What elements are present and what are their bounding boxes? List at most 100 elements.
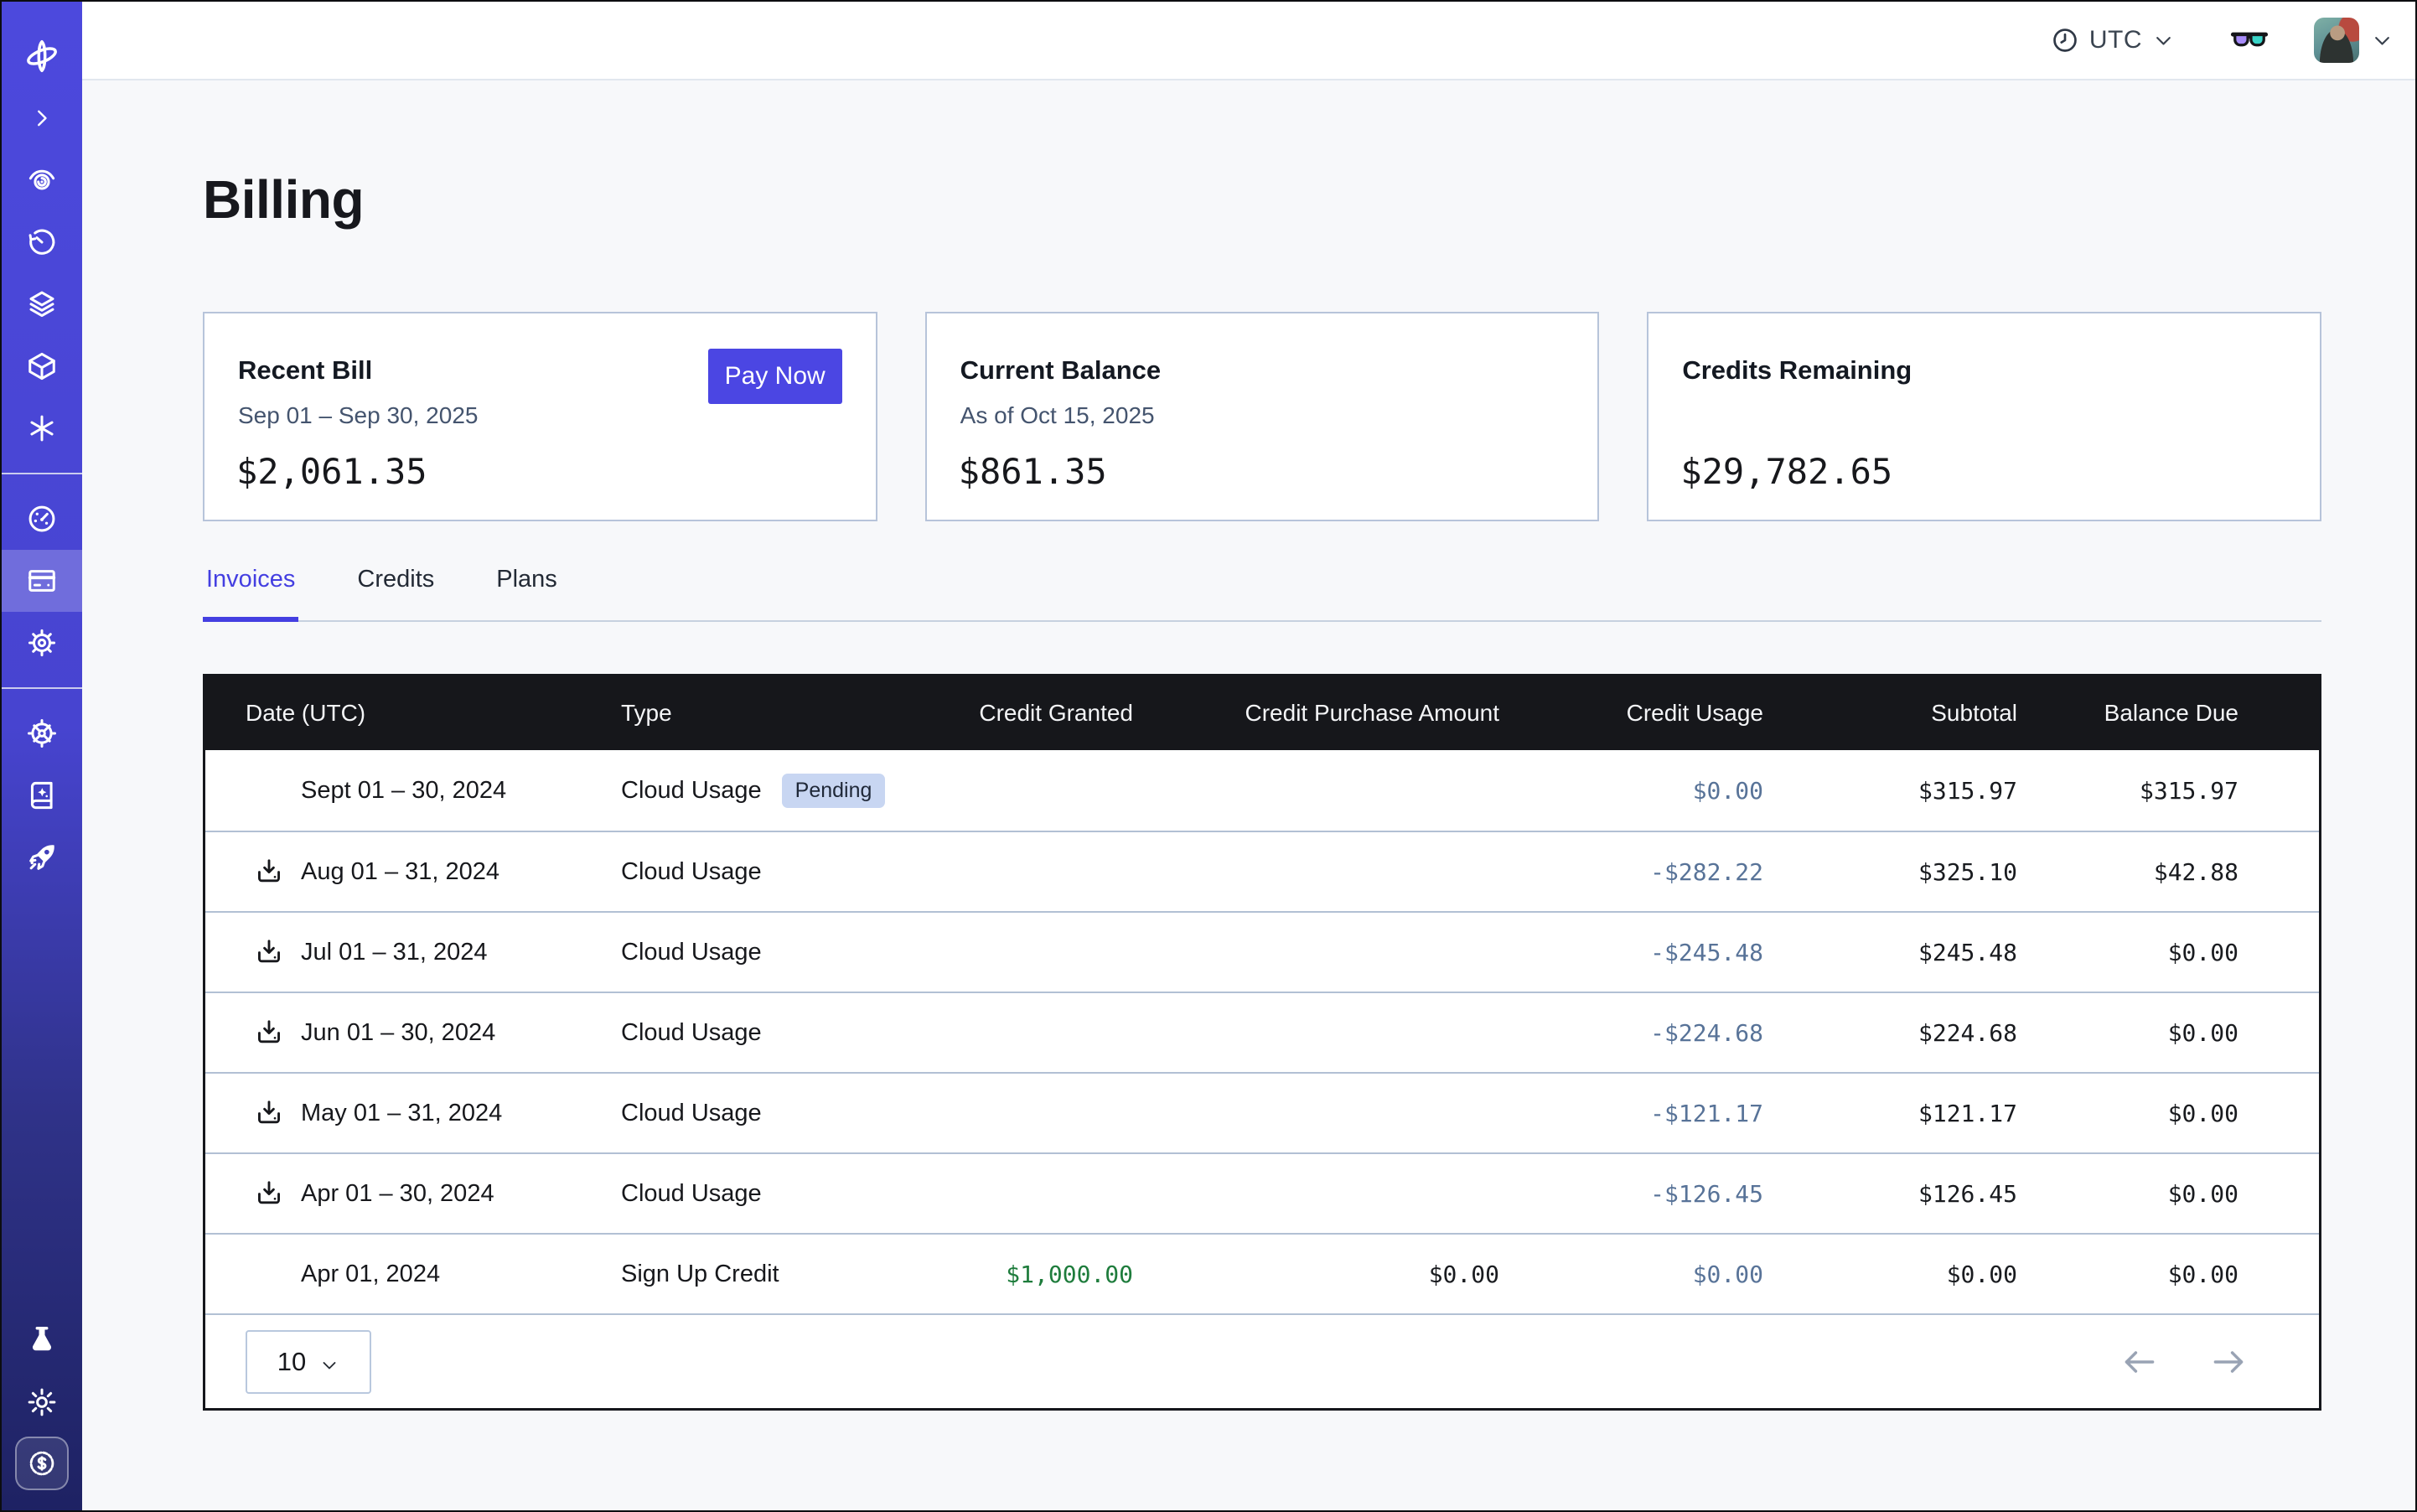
sidebar-item-chevron-right[interactable] (2, 87, 82, 149)
gear-icon (26, 627, 58, 659)
layers-icon (26, 288, 58, 320)
subtotal-cell: $325.10 (1763, 858, 2017, 886)
topbar: UTC (82, 2, 2415, 80)
sidebar-divider (2, 687, 82, 689)
card-subtitle: As of Oct 15, 2025 (960, 402, 1155, 429)
sidebar-item-book-sparkle[interactable] (2, 764, 82, 826)
sidebar-item-dollar-badge[interactable] (15, 1437, 69, 1490)
sidebar-item-credit-card[interactable] (2, 550, 82, 612)
download-icon[interactable] (254, 1178, 284, 1209)
asterisk-icon (26, 412, 58, 444)
type-cell: Cloud UsagePending (621, 774, 939, 808)
subtotal-cell: $121.17 (1763, 1100, 2017, 1127)
sidebar-item-flask[interactable] (2, 1309, 82, 1371)
column-header-credit-usage: Credit Usage (1499, 700, 1763, 727)
table-footer: 10 (205, 1313, 2319, 1408)
subtotal-cell: $245.48 (1763, 939, 2017, 966)
sidebar-group-bottom (2, 1309, 82, 1510)
timezone-selector[interactable]: UTC (2051, 26, 2175, 54)
invoice-date: Jul 01 – 31, 2024 (301, 939, 488, 966)
date-cell: Jun 01 – 30, 2024 (246, 1017, 621, 1048)
sidebar-group-billing (2, 488, 82, 674)
balance-due-cell: $42.88 (2017, 858, 2238, 886)
sidebar-group-resources (2, 702, 82, 888)
sidebar-item-cube[interactable] (2, 335, 82, 397)
credit-usage-cell: $0.00 (1499, 777, 1763, 805)
flask-icon (26, 1324, 58, 1356)
credit-granted-cell: $1,000.00 (939, 1261, 1133, 1288)
subtotal-cell: $224.68 (1763, 1019, 2017, 1047)
cube-icon (26, 350, 58, 382)
tab-invoices[interactable]: Invoices (203, 563, 298, 622)
table-row: Jun 01 – 30, 2024 Cloud Usage -$224.68$224… (205, 992, 2319, 1072)
summary-cards: Recent Bill Sep 01 – Sep 30, 2025 $2,061… (203, 312, 2321, 521)
timer-icon (26, 226, 58, 258)
sidebar-item-ship-wheel[interactable] (2, 702, 82, 764)
credit-usage-cell: -$121.17 (1499, 1100, 1763, 1127)
invoice-type: Cloud Usage (621, 1019, 762, 1047)
tab-credits[interactable]: Credits (354, 563, 437, 622)
sidebar-item-sun[interactable] (2, 1371, 82, 1433)
sidebar-item-gear[interactable] (2, 612, 82, 674)
sidebar-group-top (2, 25, 82, 459)
table-row: Sept 01 – 30, 2024Cloud UsagePending$0.0… (205, 750, 2319, 831)
download-icon[interactable] (254, 1098, 284, 1128)
invoice-type: Cloud Usage (621, 1180, 762, 1208)
download-icon[interactable] (254, 937, 284, 967)
sidebar-item-timer[interactable] (2, 211, 82, 273)
invoice-date: Apr 01 – 30, 2024 (301, 1180, 494, 1208)
invoice-date: Jun 01 – 30, 2024 (301, 1019, 495, 1047)
card-amount: $861.35 (959, 451, 1107, 492)
chevron-down-icon[interactable] (2371, 29, 2394, 52)
credit-usage-cell: -$126.45 (1499, 1180, 1763, 1208)
sidebar-item-spiral-eye[interactable] (2, 149, 82, 211)
spiral-eye-icon (26, 164, 58, 196)
clock-icon (2051, 26, 2079, 54)
pay-now-button[interactable]: Pay Now (708, 349, 842, 404)
logo-icon (23, 38, 60, 75)
page-size-select[interactable]: 10 (246, 1330, 371, 1394)
billing-tabs: Invoices Credits Plans (203, 563, 2321, 622)
sidebar-item-layers[interactable] (2, 273, 82, 335)
date-cell: Jul 01 – 31, 2024 (246, 937, 621, 967)
rocket-icon (26, 841, 58, 873)
ship-wheel-icon (26, 717, 58, 749)
table-row: Aug 01 – 31, 2024Cloud Usage-$282.22$325… (205, 831, 2319, 911)
invoice-type: Cloud Usage (621, 858, 762, 886)
type-cell: Cloud Usage (621, 1019, 939, 1047)
download-slot (246, 1178, 301, 1209)
column-header-credit-purchase-amount: Credit Purchase Amount (1133, 700, 1499, 727)
chevron-right-icon (29, 106, 54, 131)
sidebar (2, 2, 82, 1510)
balance-due-cell: $315.97 (2017, 777, 2238, 805)
card-amount: $29,782.65 (1680, 451, 1892, 492)
balance-due-cell: $0.00 (2017, 1261, 2238, 1288)
download-slot (246, 857, 301, 887)
status-badge: Pending (782, 774, 886, 808)
table-header: Date (UTC)TypeCredit GrantedCredit Purch… (205, 676, 2319, 750)
credit-usage-cell: -$224.68 (1499, 1019, 1763, 1047)
sidebar-item-asterisk[interactable] (2, 397, 82, 459)
current-balance-card: Current Balance As of Oct 15, 2025 $861.… (925, 312, 1600, 521)
next-page-button[interactable] (2210, 1344, 2247, 1380)
column-header-date-utc: Date (UTC) (246, 700, 621, 727)
download-slot (246, 1098, 301, 1128)
download-icon[interactable] (254, 857, 284, 887)
pagination-controls (2121, 1344, 2247, 1380)
tab-plans[interactable]: Plans (493, 563, 561, 622)
app-window: UTC Billing Recent Bill Sep 01 – Sep 30,… (0, 0, 2417, 1512)
column-header-type: Type (621, 700, 939, 727)
prev-page-button[interactable] (2121, 1344, 2158, 1380)
main-content: Billing Recent Bill Sep 01 – Sep 30, 202… (82, 82, 2415, 1510)
download-icon[interactable] (254, 1017, 284, 1048)
chevron-down-icon (2152, 29, 2175, 52)
credit-purchase-cell: $0.00 (1133, 1261, 1499, 1288)
sidebar-item-logo[interactable] (2, 25, 82, 87)
avatar[interactable] (2314, 18, 2359, 63)
sidebar-item-gauge[interactable] (2, 488, 82, 550)
glasses-icon[interactable] (2230, 21, 2269, 60)
sidebar-item-rocket[interactable] (2, 826, 82, 888)
download-slot (246, 1017, 301, 1048)
invoice-type: Sign Up Credit (621, 1261, 779, 1288)
balance-due-cell: $0.00 (2017, 1019, 2238, 1047)
